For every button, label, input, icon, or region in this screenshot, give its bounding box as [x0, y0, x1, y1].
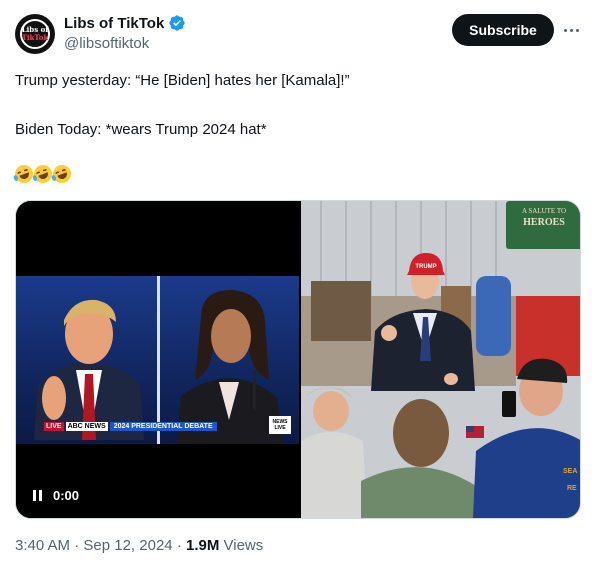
media-grid: LIVE ABC NEWS 2024 PRESIDENTIAL DEBATE N…	[15, 200, 581, 519]
chyron-title: 2024 PRESIDENTIAL DEBATE	[109, 422, 217, 431]
meta-separator: ·	[176, 537, 182, 554]
news-live-corner-badge: NEWS LIVE	[269, 416, 291, 434]
tweet-card: Libs of TikTok Libs of TikTok @libsoftik…	[0, 0, 599, 562]
views-label: Views	[223, 537, 264, 554]
rolling-on-floor-laughing-emoji-icon	[12, 162, 36, 186]
tweet-date[interactable]: Sep 12, 2024	[83, 537, 172, 554]
video-controls: 0:00	[33, 488, 79, 503]
svg-text:TRUMP: TRUMP	[415, 264, 436, 270]
video-frame-debate: LIVE ABC NEWS 2024 PRESIDENTIAL DEBATE N…	[16, 276, 299, 444]
subscribe-button[interactable]: Subscribe	[452, 14, 554, 46]
author-name-row: Libs of TikTok	[64, 14, 186, 32]
video-player[interactable]: LIVE ABC NEWS 2024 PRESIDENTIAL DEBATE N…	[16, 201, 299, 518]
rolling-on-floor-laughing-emoji-icon	[50, 162, 74, 186]
svg-text:RE: RE	[567, 485, 577, 492]
split-screen-divider	[157, 276, 160, 444]
more-horizontal-icon[interactable]	[560, 22, 582, 38]
tweet-time[interactable]: 3:40 AM	[15, 537, 70, 554]
video-time: 0:00	[53, 488, 80, 503]
meta-separator: ·	[74, 537, 80, 554]
tweet-meta: 3:40 AM · Sep 12, 2024 · 1.9M Views	[15, 537, 263, 554]
verified-badge-icon	[169, 15, 185, 31]
avatar-logo-line2: TikTok	[21, 33, 49, 42]
svg-text:SEA: SEA	[563, 468, 577, 475]
tweet-text-line-1: Trump yesterday: “He [Biden] hates her […	[15, 72, 350, 89]
avatar[interactable]: Libs of TikTok	[15, 14, 55, 54]
author-display-name[interactable]: Libs of TikTok	[64, 15, 164, 32]
author-handle[interactable]: @libsoftiktok	[64, 35, 149, 52]
pause-icon[interactable]	[33, 490, 43, 501]
photo-biden-trump-hat[interactable]: A SALUTE TO HEROES TRUMP SEA RE	[301, 201, 580, 518]
video-person-left	[34, 299, 144, 440]
tweet-text-line-2: Biden Today: *wears Trump 2024 hat*	[15, 121, 267, 138]
photo-sign-text-1: A SALUTE TO	[522, 207, 566, 215]
chyron-live-badge: LIVE	[44, 422, 64, 431]
photo-illustration: A SALUTE TO HEROES TRUMP SEA RE	[301, 201, 580, 518]
video-chyron: LIVE ABC NEWS 2024 PRESIDENTIAL DEBATE	[44, 421, 217, 432]
rolling-on-floor-laughing-emoji-icon	[31, 162, 55, 186]
views-count[interactable]: 1.9M	[186, 537, 219, 554]
avatar-logo: Libs of TikTok	[15, 26, 55, 42]
emoji-row	[12, 162, 74, 186]
chyron-network: ABC NEWS	[65, 422, 108, 431]
photo-sign-text-2: HEROES	[523, 217, 565, 228]
